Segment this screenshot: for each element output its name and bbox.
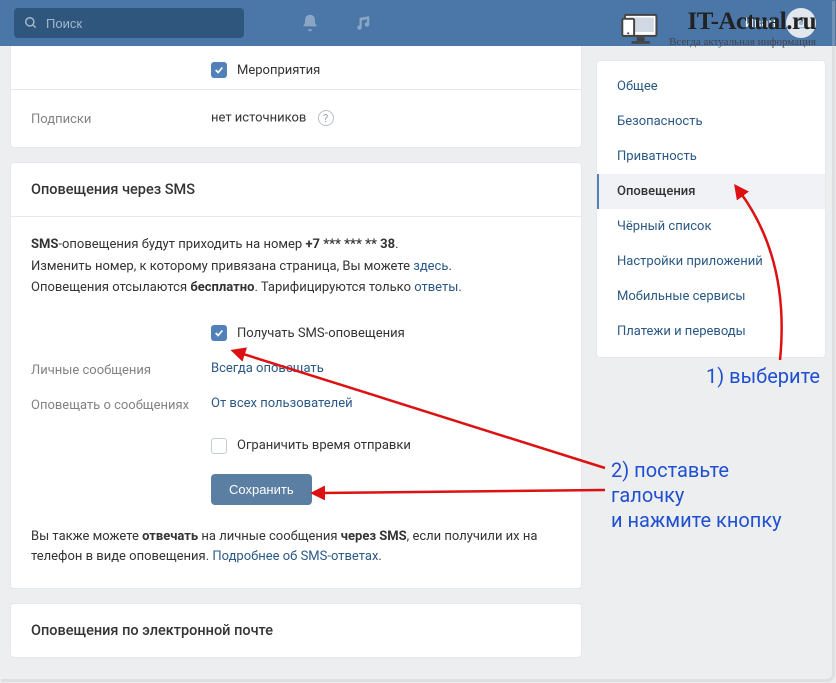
receive-sms-checkbox[interactable]: Получать SMS-оповещения: [211, 324, 405, 344]
txt: -оповещения будут приходить на номер: [58, 237, 305, 252]
subscriptions-value: нет источников: [211, 111, 306, 126]
events-checkbox-label: Мероприятия: [237, 63, 320, 78]
limit-time-checkbox[interactable]: Ограничить время отправки: [211, 436, 411, 456]
monitor-icon: [621, 8, 663, 48]
txt: .: [448, 259, 451, 274]
phone-number: +7 *** *** ** 38: [305, 237, 395, 252]
txt: отвечать: [142, 529, 198, 544]
notify-about-label: Оповещать о сообщениях: [31, 394, 211, 416]
sidebar-item-6[interactable]: Мобильные сервисы: [597, 279, 825, 314]
txt: .: [378, 549, 381, 564]
txt: Изменить номер, к которому привязана стр…: [31, 259, 413, 274]
sms-card: Оповещения через SMS SMS-оповещения буду…: [10, 162, 582, 589]
sidebar-item-1[interactable]: Безопасность: [597, 104, 825, 139]
music-icon[interactable]: [344, 0, 384, 46]
sidebar-item-5[interactable]: Настройки приложений: [597, 244, 825, 279]
save-button[interactable]: Сохранить: [211, 474, 312, 505]
txt: . Тарифицируются только: [254, 280, 414, 295]
txt: SMS: [31, 237, 58, 252]
events-checkbox[interactable]: Мероприятия: [211, 62, 320, 78]
subscriptions-label: Подписки: [31, 110, 211, 127]
sms-section-title: Оповещения через SMS: [11, 163, 581, 217]
notifications-icon[interactable]: [290, 0, 330, 46]
receive-sms-label: Получать SMS-оповещения: [237, 324, 405, 344]
txt: Оповещения отсылаются: [31, 280, 190, 295]
sidebar-item-7[interactable]: Платежи и переводы: [597, 314, 825, 349]
watermark-subtitle: Всегда актуальная информация: [669, 36, 816, 48]
email-card: Оповещения по электронной почте: [10, 603, 582, 658]
txt: на личные сообщения: [198, 529, 341, 544]
watermark: IT-Actual.ru Всегда актуальная информаци…: [621, 8, 816, 48]
email-section-title: Оповещения по электронной почте: [11, 604, 581, 657]
txt: .: [458, 280, 461, 295]
pm-value-link[interactable]: Всегда оповещать: [211, 361, 324, 376]
watermark-title: IT-Actual.ru: [669, 8, 816, 36]
help-icon[interactable]: ?: [318, 110, 334, 126]
sidebar-item-3[interactable]: Оповещения: [597, 174, 825, 209]
search-input[interactable]: [46, 16, 234, 31]
settings-sidebar: ОбщееБезопасностьПриватностьОповещенияЧё…: [596, 60, 826, 358]
change-number-link[interactable]: здесь: [413, 259, 448, 274]
pm-row-label: Личные сообщения: [31, 359, 211, 381]
limit-time-label: Ограничить время отправки: [237, 436, 411, 456]
txt: бесплатно: [190, 280, 254, 295]
sidebar-item-2[interactable]: Приватность: [597, 139, 825, 174]
tariff-link[interactable]: ответы: [414, 280, 458, 295]
sms-replies-link[interactable]: Подробнее об SMS-ответах: [212, 549, 378, 564]
search-icon: [24, 16, 38, 30]
notify-about-value-link[interactable]: От всех пользователей: [211, 396, 353, 411]
sidebar-item-0[interactable]: Общее: [597, 69, 825, 104]
search-field[interactable]: [14, 8, 244, 38]
txt: Вы также можете: [31, 529, 142, 544]
notifications-sources-card: Мероприятия Подписки нет источников ?: [10, 46, 582, 148]
txt: .: [395, 237, 398, 252]
txt: через SMS: [341, 529, 407, 544]
sidebar-item-4[interactable]: Чёрный список: [597, 209, 825, 244]
